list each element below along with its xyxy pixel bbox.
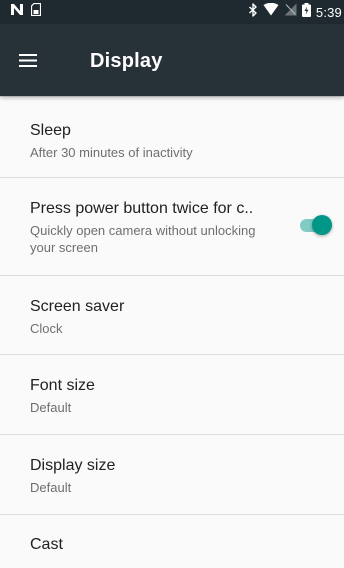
- battery-icon: [301, 2, 311, 22]
- status-right-icons: 5:39: [248, 2, 342, 22]
- setting-sleep[interactable]: Sleep After 30 minutes of inactivity: [0, 96, 344, 177]
- setting-title: Press power button twice for c..: [30, 200, 254, 217]
- setting-display-size[interactable]: Display size Default: [0, 434, 344, 514]
- setting-title: Display size: [30, 457, 116, 474]
- app-bar: Display: [0, 24, 344, 96]
- setting-summary: Quickly open camera without unlocking yo…: [30, 223, 256, 255]
- sd-card-icon: [30, 2, 42, 21]
- setting-title: Screen saver: [30, 298, 125, 315]
- bluetooth-icon: [248, 2, 258, 22]
- setting-double-press-camera[interactable]: Press power button twice for c.. Quickly…: [0, 177, 344, 275]
- setting-title: Cast: [30, 536, 63, 553]
- page-title: Display: [90, 50, 163, 72]
- status-bar: 5:39: [0, 0, 344, 24]
- camera-shortcut-toggle[interactable]: [298, 215, 334, 235]
- setting-summary: Default: [30, 480, 72, 495]
- status-time: 5:39: [315, 4, 342, 20]
- settings-list: Sleep After 30 minutes of inactivity Pre…: [0, 96, 344, 568]
- setting-font-size[interactable]: Font size Default: [0, 354, 344, 434]
- toggle-thumb: [312, 215, 332, 235]
- menu-icon[interactable]: [16, 48, 40, 72]
- setting-summary: After 30 minutes of inactivity: [30, 145, 193, 160]
- setting-cast[interactable]: Cast: [0, 514, 344, 568]
- status-left-icons: [10, 2, 42, 21]
- setting-summary: Clock: [30, 321, 63, 336]
- setting-title: Font size: [30, 377, 95, 394]
- setting-title: Sleep: [30, 122, 71, 139]
- notification-n-icon: [10, 3, 24, 21]
- setting-screen-saver[interactable]: Screen saver Clock: [0, 275, 344, 354]
- no-signal-icon: [284, 3, 297, 21]
- wifi-icon: [263, 2, 279, 21]
- setting-summary: Default: [30, 400, 72, 415]
